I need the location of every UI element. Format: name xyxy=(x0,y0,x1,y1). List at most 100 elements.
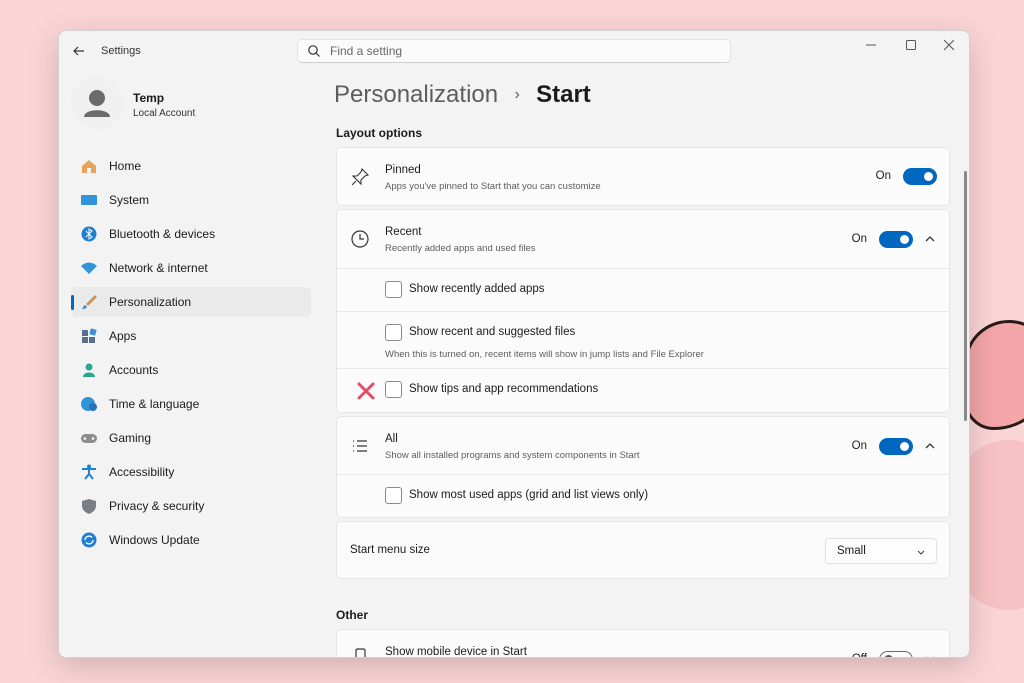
search-icon xyxy=(308,45,320,57)
search-input[interactable] xyxy=(330,43,710,59)
pin-icon xyxy=(351,167,370,186)
all-option-row: Show most used apps (grid and list views… xyxy=(337,474,949,517)
all-toggle-group: On xyxy=(833,437,913,457)
gamepad-icon xyxy=(81,434,97,443)
bluetooth-icon xyxy=(81,226,97,242)
sidebar-item-gaming[interactable]: Gaming xyxy=(71,423,311,453)
profile-name: Temp xyxy=(133,91,165,105)
menu-size-label: Start menu size xyxy=(350,544,430,556)
maximize-icon xyxy=(906,40,916,50)
list-icon xyxy=(353,440,367,452)
sidebar-item-label: System xyxy=(109,193,150,207)
sidebar-item-privacy[interactable]: Privacy & security xyxy=(71,491,311,521)
sidebar-item-label: Privacy & security xyxy=(109,499,205,513)
mobile-device-card: Show mobile device in Start Off xyxy=(336,629,950,658)
shield-icon xyxy=(82,499,96,514)
menu-size-value: Small xyxy=(837,545,866,557)
show-tips-label: Show tips and app recommendations xyxy=(409,383,599,395)
sidebar-nav: Home System Bluetooth & devices Network … xyxy=(71,151,311,559)
pinned-toggle-group: On xyxy=(857,167,937,187)
search-box[interactable] xyxy=(297,39,731,63)
pinned-subtitle: Apps you've pinned to Start that you can… xyxy=(385,181,601,192)
app-title: Settings xyxy=(101,45,141,57)
breadcrumb-separator: › xyxy=(514,86,520,103)
sidebar-item-label: Windows Update xyxy=(109,533,200,547)
sidebar-item-accessibility[interactable]: Accessibility xyxy=(71,457,311,487)
sidebar-item-windows-update[interactable]: Windows Update xyxy=(71,525,311,555)
all-row[interactable]: All Show all installed programs and syst… xyxy=(337,417,949,474)
clock-icon xyxy=(351,230,369,248)
sidebar-item-bluetooth[interactable]: Bluetooth & devices xyxy=(71,219,311,249)
section-heading-other: Other xyxy=(336,608,369,622)
chevron-down-icon[interactable] xyxy=(923,652,937,658)
pinned-card: Pinned Apps you've pinned to Start that … xyxy=(336,147,950,206)
chevron-up-icon[interactable] xyxy=(923,439,937,453)
sidebar-item-label: Personalization xyxy=(109,295,192,309)
arrow-left-icon xyxy=(73,46,84,56)
mobile-device-row[interactable]: Show mobile device in Start Off xyxy=(337,630,949,658)
sidebar-item-system[interactable]: System xyxy=(71,185,311,215)
pinned-toggle-state: On xyxy=(875,170,891,182)
mobile-device-toggle-state: Off xyxy=(852,653,867,657)
sidebar-item-label: Time & language xyxy=(109,397,200,411)
show-recently-added-label: Show recently added apps xyxy=(409,283,545,295)
recent-toggle-group: On xyxy=(833,230,913,250)
close-icon xyxy=(944,39,954,51)
user-profile[interactable]: Temp Local Account xyxy=(71,77,311,133)
recent-option-row: Show tips and app recommendations xyxy=(337,368,949,412)
sidebar-item-label: Accounts xyxy=(109,363,159,377)
sidebar-item-home[interactable]: Home xyxy=(71,151,311,181)
sidebar-item-label: Gaming xyxy=(109,431,152,445)
settings-window: Settings Temp Local Account xyxy=(58,30,970,658)
back-button[interactable] xyxy=(69,41,89,61)
menu-size-row: Start menu size Small xyxy=(337,522,949,578)
sidebar-item-time-language[interactable]: Time & language xyxy=(71,389,311,419)
all-title: All xyxy=(385,433,398,445)
brush-icon xyxy=(82,295,97,309)
all-toggle[interactable] xyxy=(879,438,913,455)
recent-title: Recent xyxy=(385,226,422,238)
recent-subtitle: Recently added apps and used files xyxy=(385,243,536,254)
sidebar-item-personalization[interactable]: Personalization xyxy=(71,287,311,317)
sidebar-item-network[interactable]: Network & internet xyxy=(71,253,311,283)
show-recent-suggested-checkbox[interactable] xyxy=(385,324,402,341)
sidebar-item-label: Home xyxy=(109,159,142,173)
all-toggle-state: On xyxy=(851,440,867,452)
pinned-title: Pinned xyxy=(385,164,421,176)
show-tips-checkbox[interactable] xyxy=(385,381,402,398)
breadcrumb-parent[interactable]: Personalization xyxy=(334,81,498,108)
minimize-icon xyxy=(866,44,876,46)
maximize-button[interactable] xyxy=(901,37,921,53)
breadcrumb: Personalization › Start xyxy=(334,81,591,109)
scrollbar[interactable] xyxy=(964,171,967,421)
menu-size-card: Start menu size Small xyxy=(336,521,950,579)
pinned-toggle[interactable] xyxy=(903,168,937,185)
close-button[interactable] xyxy=(939,37,959,53)
mobile-device-title: Show mobile device in Start xyxy=(385,646,527,658)
update-icon xyxy=(81,532,97,548)
all-subtitle: Show all installed programs and system c… xyxy=(385,450,640,461)
menu-size-dropdown[interactable]: Small xyxy=(825,538,937,564)
recent-card: Recent Recently added apps and used file… xyxy=(336,209,950,413)
recent-option-row: Show recently added apps xyxy=(337,268,949,311)
show-recent-suggested-note: When this is turned on, recent items wil… xyxy=(385,349,704,360)
mobile-device-toggle-group: Off xyxy=(833,650,913,657)
profile-account-type: Local Account xyxy=(133,108,196,119)
red-x-mark-icon xyxy=(357,382,375,400)
mobile-device-toggle[interactable] xyxy=(879,651,913,657)
sidebar-item-accounts[interactable]: Accounts xyxy=(71,355,311,385)
recent-toggle[interactable] xyxy=(879,231,913,248)
phone-icon xyxy=(355,648,366,657)
recent-row[interactable]: Recent Recently added apps and used file… xyxy=(337,210,949,268)
minimize-button[interactable] xyxy=(861,37,881,53)
chevron-up-icon[interactable] xyxy=(923,232,937,246)
sidebar-item-apps[interactable]: Apps xyxy=(71,321,311,351)
page-title: Start xyxy=(536,81,591,108)
user-icon xyxy=(84,90,110,117)
avatar xyxy=(71,77,123,129)
sidebar-item-label: Bluetooth & devices xyxy=(109,227,216,241)
chevron-down-icon xyxy=(917,550,925,555)
show-recently-added-checkbox[interactable] xyxy=(385,281,402,298)
apps-icon xyxy=(82,328,97,343)
show-most-used-checkbox[interactable] xyxy=(385,487,402,504)
